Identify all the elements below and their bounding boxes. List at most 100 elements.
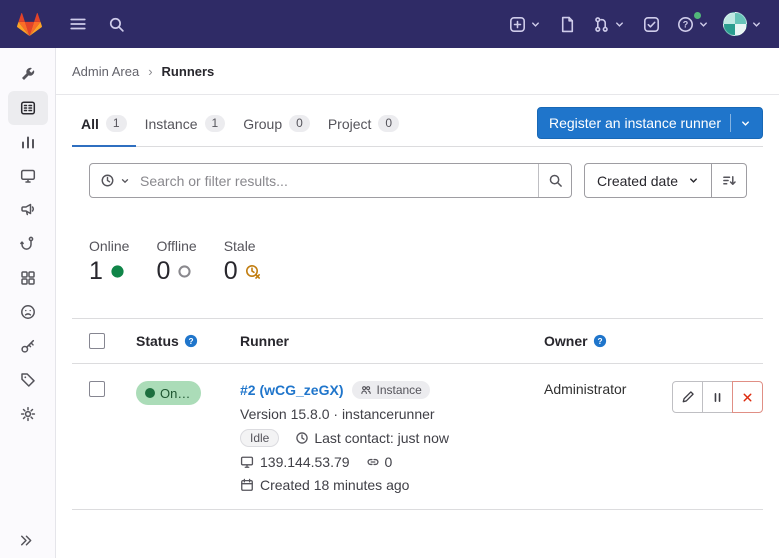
todos-button[interactable]: [635, 8, 667, 40]
sidebar-item-admin-area[interactable]: [8, 57, 48, 91]
issues-button[interactable]: [551, 8, 583, 40]
pause-runner-button[interactable]: [702, 381, 733, 413]
search-history-dropdown[interactable]: [90, 164, 140, 197]
tab-project-count: 0: [378, 115, 399, 132]
sidebar-item-settings[interactable]: [8, 397, 48, 431]
host-icon: [240, 455, 254, 469]
status-badge: Online: [136, 381, 201, 405]
tab-group-label: Group: [243, 116, 282, 132]
chevron-down-icon: [698, 19, 709, 30]
sidebar-item-credentials[interactable]: [8, 329, 48, 363]
collapse-sidebar-button[interactable]: [18, 533, 33, 548]
history-clock-icon: [100, 173, 115, 188]
runner-created-text: Created 18 minutes ago: [260, 477, 409, 493]
runner-actions: [672, 381, 763, 413]
row-checkbox[interactable]: [89, 381, 105, 397]
key-icon: [20, 338, 36, 354]
clock-icon: [295, 431, 309, 445]
search-icon: [108, 16, 125, 33]
filtered-search-box: [89, 163, 572, 198]
tab-project[interactable]: Project 0: [319, 105, 408, 147]
runner-status-stats: Online 1 Offline 0: [89, 238, 763, 286]
status-badge-label: Online: [160, 386, 192, 401]
runner-state-label: Idle: [250, 431, 269, 445]
register-button-label: Register an instance runner: [549, 115, 721, 131]
sort-direction-button[interactable]: [712, 163, 747, 198]
register-instance-runner-button[interactable]: Register an instance runner: [537, 107, 763, 139]
status-help-icon[interactable]: ?: [184, 334, 198, 348]
menu-toggle-button[interactable]: [62, 8, 94, 40]
tab-project-label: Project: [328, 116, 372, 132]
user-menu-button[interactable]: [719, 8, 766, 40]
hamburger-icon: [69, 15, 87, 33]
sidebar-item-labels[interactable]: [8, 363, 48, 397]
people-icon: [360, 384, 372, 396]
tab-group[interactable]: Group 0: [234, 105, 319, 147]
filter-bar: Created date: [89, 163, 747, 198]
sidebar-item-messages[interactable]: [8, 193, 48, 227]
close-icon: [741, 391, 754, 404]
chevron-down-icon: [740, 118, 751, 129]
plus-square-icon: [509, 16, 526, 33]
select-all-checkbox[interactable]: [89, 333, 105, 349]
search-submit-button[interactable]: [538, 164, 571, 197]
last-contact-text: Last contact: just now: [314, 430, 449, 446]
stat-stale: Stale 0: [224, 238, 261, 286]
edit-runner-button[interactable]: [672, 381, 703, 413]
sort-controls: Created date: [584, 163, 747, 198]
merge-requests-button[interactable]: [589, 8, 629, 40]
runner-state-badge: Idle: [240, 429, 279, 447]
pause-icon: [711, 391, 724, 404]
overview-icon: [20, 100, 36, 116]
tab-instance-label: Instance: [145, 116, 198, 132]
breadcrumb-admin-area[interactable]: Admin Area: [72, 64, 139, 79]
tab-all[interactable]: All 1: [72, 105, 136, 147]
status-online-icon: [110, 264, 125, 279]
online-dot-icon: [145, 388, 155, 398]
gitlab-logo[interactable]: [13, 8, 46, 40]
monitor-icon: [20, 168, 36, 184]
sidebar-item-applications[interactable]: [8, 261, 48, 295]
stat-online: Online 1: [89, 238, 129, 286]
stat-stale-value: 0: [224, 257, 238, 286]
sidebar-item-abuse-reports[interactable]: [8, 295, 48, 329]
tab-instance[interactable]: Instance 1: [136, 105, 235, 147]
status-stale-icon: [245, 264, 261, 280]
sidebar-item-overview[interactable]: [8, 91, 48, 125]
sidebar-item-monitoring[interactable]: [8, 159, 48, 193]
sidebar-item-analytics[interactable]: [8, 125, 48, 159]
runners-table: Status ? Runner Owner ?: [72, 318, 763, 510]
chevron-down-icon: [120, 176, 130, 186]
chevron-down-icon: [530, 19, 541, 30]
top-navbar: ?: [0, 0, 779, 48]
runner-owner: Administrator: [544, 381, 626, 397]
delete-runner-button[interactable]: [732, 381, 763, 413]
search-button[interactable]: [100, 8, 132, 40]
grid-icon: [20, 270, 36, 286]
stat-offline: Offline 0: [156, 238, 196, 286]
runner-row: Online #2 (wCG_zeGX) Instance: [72, 364, 763, 510]
runner-type-label: Instance: [376, 383, 421, 397]
new-menu-button[interactable]: [505, 8, 545, 40]
owner-help-icon[interactable]: ?: [593, 334, 607, 348]
runner-version-text: Version 15.8.0 · instancerunner: [240, 406, 435, 422]
runner-link[interactable]: #2 (wCG_zeGX): [240, 382, 343, 398]
button-divider: [730, 114, 731, 132]
sort-by-dropdown[interactable]: Created date: [584, 163, 712, 198]
owner-column-header: Owner: [544, 333, 588, 349]
runner-type-badge: Instance: [352, 381, 429, 399]
svg-text:?: ?: [188, 336, 193, 346]
stat-stale-label: Stale: [224, 238, 261, 254]
main-content: Admin Area › Runners All 1 Instance 1 G: [56, 48, 779, 558]
sidebar-item-system-hooks[interactable]: [8, 227, 48, 261]
tab-all-count: 1: [106, 115, 127, 132]
breadcrumb-separator: ›: [148, 64, 152, 79]
help-button[interactable]: ?: [673, 8, 713, 40]
svg-text:?: ?: [683, 19, 689, 29]
search-input[interactable]: [140, 173, 538, 189]
user-avatar: [723, 12, 747, 36]
status-offline-icon: [177, 264, 192, 279]
admin-sidebar: [0, 48, 56, 558]
svg-text:?: ?: [597, 336, 602, 346]
breadcrumb-runners: Runners: [162, 64, 215, 79]
